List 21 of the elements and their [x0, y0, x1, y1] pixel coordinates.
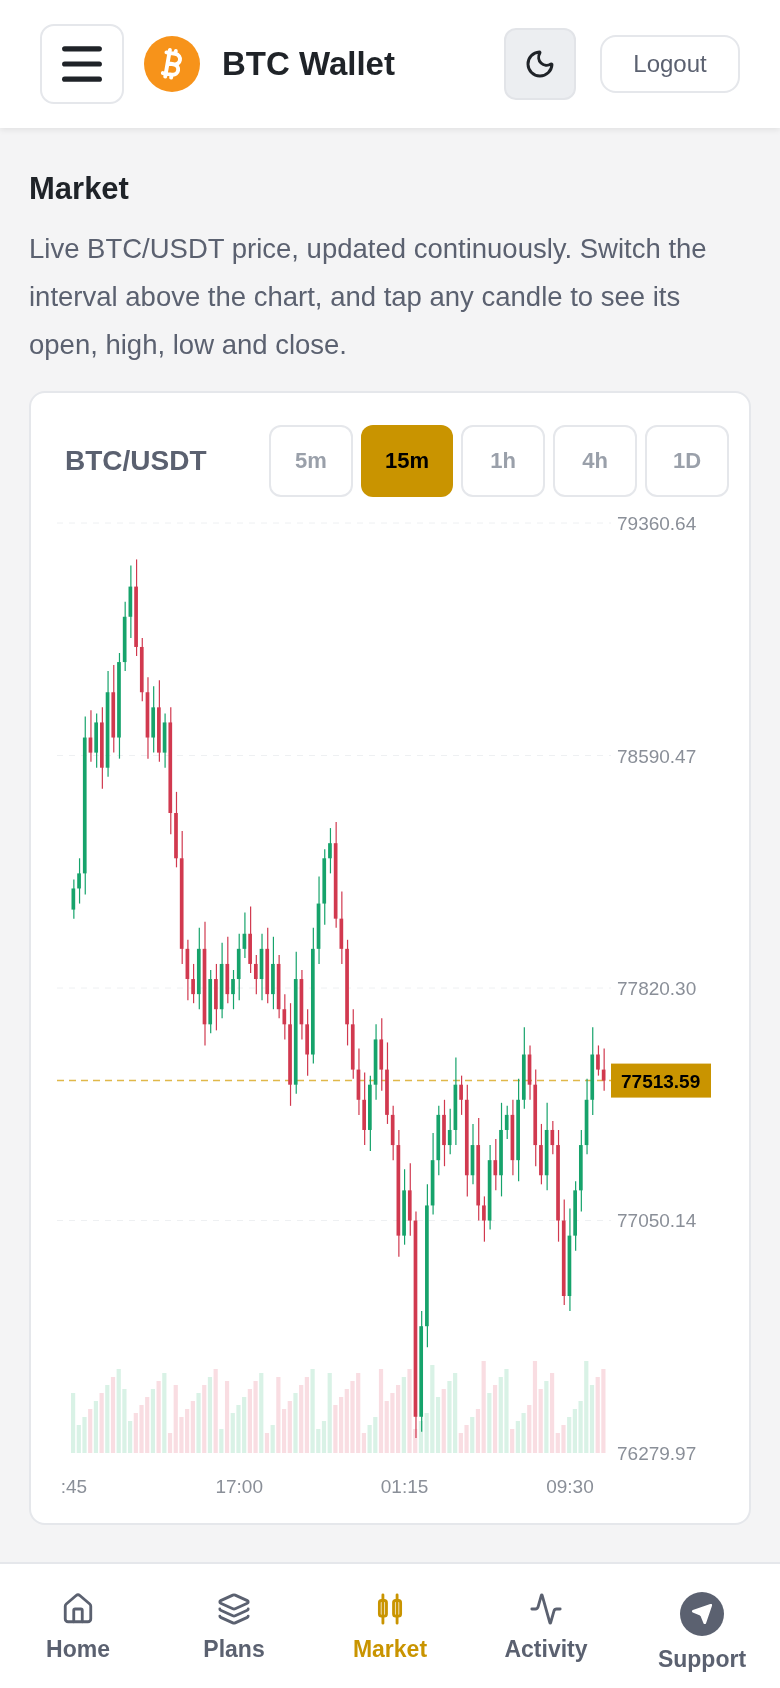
time-axis-label: 17:00 [215, 1475, 263, 1497]
time-axis-label: 09:30 [546, 1475, 594, 1497]
page-description: Live BTC/USDT price, updated continuously. Switch the interval above the chart, and tap any candle to see its open, high, low and close. [29, 231, 708, 362]
price-axis-label: 79360.64 [617, 512, 697, 534]
nav-tab[interactable]: Plans [156, 1592, 312, 1667]
interval-tab[interactable]: 15m [361, 424, 453, 497]
last-price-tag: 77513.59 [611, 1063, 711, 1098]
logout-button[interactable]: Logout [600, 35, 740, 93]
ref-line-label: 77513.59 [621, 1070, 701, 1092]
price-axis-label: 77820.30 [617, 977, 697, 999]
time-axis-label: 01:15 [380, 1475, 429, 1497]
nav-tab[interactable]: Activity [468, 1592, 624, 1667]
nav-tab[interactable]: Support [624, 1592, 780, 1677]
nav-tab[interactable]: Home [0, 1592, 156, 1667]
price-axis-label: 78590.47 [617, 745, 697, 766]
time-axis-label: :45 [60, 1475, 88, 1497]
price-axis-label: 76279.97 [617, 1442, 697, 1464]
page-title: Market [29, 170, 130, 208]
pair-label: BTC/USDT [65, 443, 207, 478]
app-title: BTC Wallet [222, 44, 395, 85]
price-axis-label: 77050.14 [617, 1210, 697, 1231]
